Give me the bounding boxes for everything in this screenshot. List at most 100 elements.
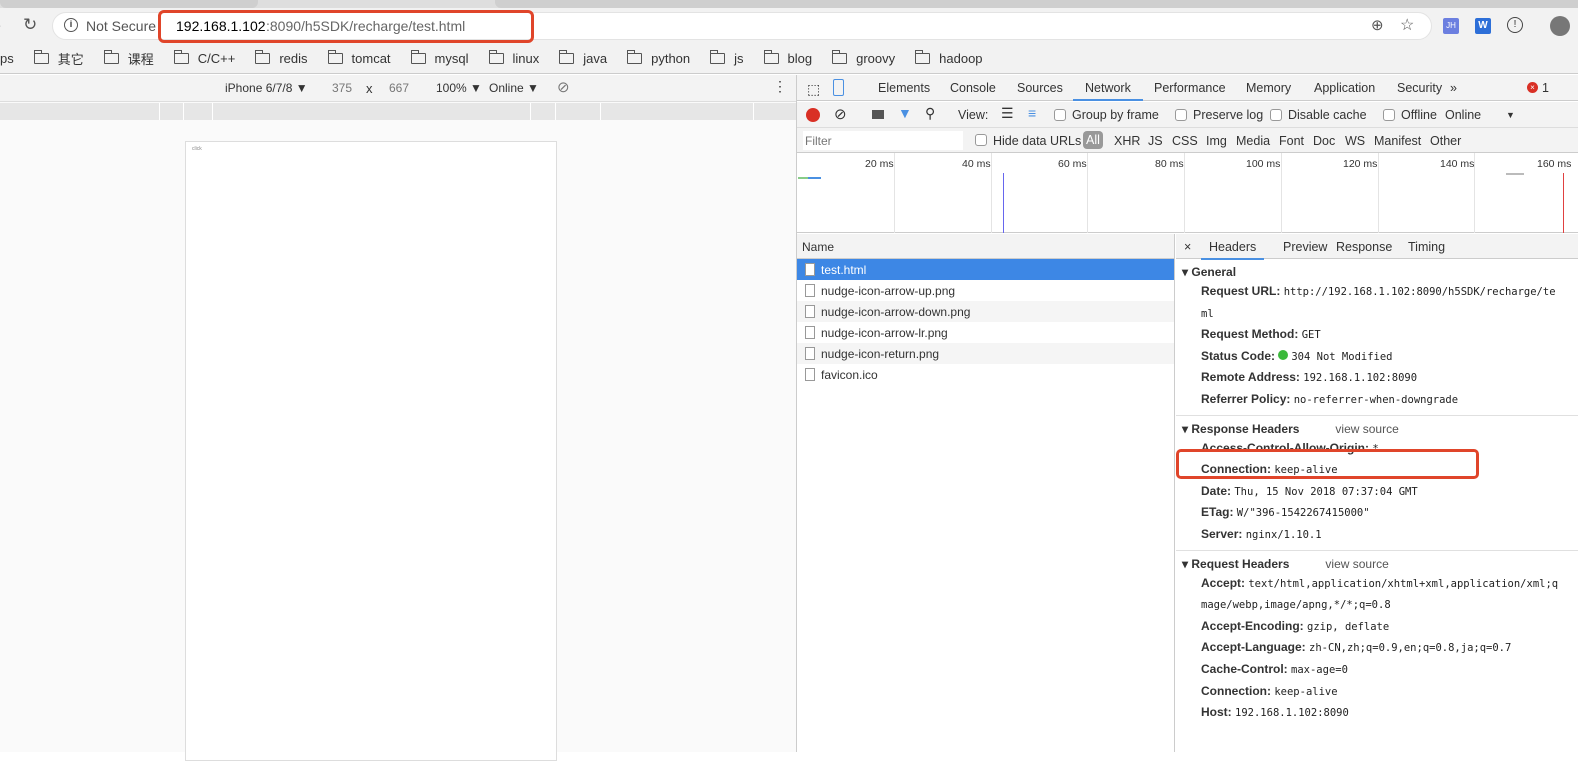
offline-label[interactable]: Offline	[1401, 108, 1437, 122]
throttle-select[interactable]: Online	[1445, 108, 1481, 122]
bookmark-folder[interactable]: 课程	[103, 49, 154, 68]
filter-type-css[interactable]: CSS	[1172, 134, 1198, 148]
filter-type-manifest[interactable]: Manifest	[1374, 134, 1421, 148]
filter-type-js[interactable]: JS	[1148, 134, 1163, 148]
record-icon[interactable]	[806, 108, 820, 122]
timeline-tick: 120 ms	[1343, 158, 1378, 170]
bookmark-folder[interactable]: python	[627, 50, 690, 66]
forward-icon[interactable]: ›	[0, 17, 1, 34]
throttle-select[interactable]: Online ▼	[489, 81, 539, 95]
error-icon[interactable]: ×	[1527, 82, 1538, 93]
media-query-bar[interactable]	[0, 103, 796, 120]
filter-type-ws[interactable]: WS	[1345, 134, 1365, 148]
filter-type-font[interactable]: Font	[1279, 134, 1304, 148]
tab-headers[interactable]: Headers	[1201, 240, 1265, 260]
tab-sources[interactable]: Sources	[1017, 81, 1063, 95]
waterfall-view-icon[interactable]: ≡	[1028, 105, 1036, 121]
request-list: Name test.html nudge-icon-arrow-up.png n…	[797, 234, 1175, 752]
tab-elements[interactable]: Elements	[878, 81, 930, 95]
folder-icon	[173, 50, 189, 64]
zoom-select[interactable]: 100% ▼	[436, 81, 482, 95]
preserve-log-checkbox[interactable]	[1175, 109, 1187, 121]
bookmark-folder[interactable]: hadoop	[915, 50, 983, 66]
filter-input[interactable]	[803, 131, 963, 150]
filter-type-img[interactable]: Img	[1206, 134, 1227, 148]
request-row[interactable]: test.html	[797, 259, 1174, 280]
filter-icon[interactable]: ▼	[898, 105, 912, 121]
width-input[interactable]: 375	[332, 81, 352, 95]
device-toggle-icon[interactable]	[833, 79, 844, 96]
tab-preview[interactable]: Preview	[1283, 240, 1327, 254]
bookmark-star-icon[interactable]: ☆	[1400, 15, 1414, 35]
list-view-icon[interactable]: ☰	[1001, 105, 1014, 122]
bookmark-folder[interactable]: redis	[255, 50, 308, 66]
request-row[interactable]: nudge-icon-arrow-lr.png	[797, 322, 1174, 343]
group-by-frame-checkbox[interactable]	[1054, 109, 1066, 121]
more-tabs-button[interactable]: »	[1450, 81, 1457, 95]
tab-timing[interactable]: Timing	[1408, 240, 1445, 254]
request-row[interactable]: nudge-icon-return.png	[797, 343, 1174, 364]
tab-performance[interactable]: Performance	[1154, 81, 1226, 95]
error-count[interactable]: 1	[1542, 81, 1549, 95]
disable-cache-checkbox[interactable]	[1270, 109, 1282, 121]
bookmark-folder[interactable]: js	[710, 50, 744, 66]
rotate-icon[interactable]: ⊘	[557, 78, 570, 96]
view-source-link[interactable]: view source	[1325, 557, 1388, 571]
filter-type-xhr[interactable]: XHR	[1114, 134, 1140, 148]
request-row[interactable]: nudge-icon-arrow-down.png	[797, 301, 1174, 322]
avatar[interactable]	[1550, 16, 1570, 36]
search-icon[interactable]: ⚲	[925, 105, 935, 122]
tab-console[interactable]: Console	[950, 81, 996, 95]
height-input[interactable]: 667	[389, 81, 409, 95]
hide-data-urls-label[interactable]: Hide data URLs	[993, 134, 1081, 148]
bookmark-apps[interactable]: ps	[0, 51, 14, 66]
view-source-link[interactable]: view source	[1335, 422, 1398, 436]
bookmark-folder[interactable]: linux	[488, 50, 539, 66]
browser-tab[interactable]	[0, 0, 258, 8]
bookmark-folder[interactable]: C/C++	[173, 50, 235, 66]
request-row[interactable]: nudge-icon-arrow-up.png	[797, 280, 1174, 301]
tab-network[interactable]: Network	[1073, 81, 1143, 101]
reload-icon[interactable]: ↻	[23, 15, 37, 35]
disable-cache-label[interactable]: Disable cache	[1288, 108, 1367, 122]
tab-security[interactable]: Security	[1397, 81, 1442, 95]
tab-memory[interactable]: Memory	[1246, 81, 1291, 95]
clear-icon[interactable]: ⊘	[834, 105, 847, 123]
filter-type-media[interactable]: Media	[1236, 134, 1270, 148]
bookmark-folder[interactable]: 其它	[33, 49, 84, 68]
bookmark-folder[interactable]: java	[559, 50, 607, 66]
zoom-icon[interactable]: ⊕	[1371, 16, 1384, 34]
general-toggle[interactable]: ▾ General	[1176, 265, 1578, 281]
response-headers-toggle[interactable]: ▾ Response Headers view source	[1176, 422, 1578, 438]
group-by-frame-label[interactable]: Group by frame	[1072, 108, 1159, 122]
bookmark-folder[interactable]: blog	[763, 50, 812, 66]
extension-icon[interactable]: !	[1507, 17, 1523, 33]
filter-type-all[interactable]: All	[1083, 131, 1103, 149]
bookmark-folder[interactable]: tomcat	[327, 50, 391, 66]
screenshot-icon[interactable]	[872, 110, 884, 119]
page-text[interactable]: click	[192, 146, 202, 152]
device-select[interactable]: iPhone 6/7/8 ▼	[225, 81, 308, 95]
bookmark-folder[interactable]: mysql	[410, 50, 469, 66]
extension-w-icon[interactable]: W	[1475, 18, 1491, 34]
tab-response[interactable]: Response	[1336, 240, 1392, 254]
preserve-log-label[interactable]: Preserve log	[1193, 108, 1263, 122]
tab-application[interactable]: Application	[1314, 81, 1375, 95]
filter-type-doc[interactable]: Doc	[1313, 134, 1335, 148]
close-icon[interactable]: ×	[1184, 240, 1191, 254]
folder-icon	[915, 50, 931, 64]
request-headers-toggle[interactable]: ▾ Request Headers view source	[1176, 557, 1578, 573]
filter-type-other[interactable]: Other	[1430, 134, 1461, 148]
chevron-down-icon[interactable]: ▼	[1506, 110, 1515, 120]
offline-checkbox[interactable]	[1383, 109, 1395, 121]
browser-tab[interactable]	[495, 0, 1578, 8]
more-icon[interactable]: ⋮	[773, 78, 787, 95]
hide-data-urls-checkbox[interactable]	[975, 134, 987, 146]
info-icon[interactable]: i	[64, 18, 78, 32]
name-column-header[interactable]: Name	[797, 234, 1174, 259]
extension-jh-icon[interactable]: JH	[1443, 18, 1459, 34]
bookmark-folder[interactable]: groovy	[832, 50, 895, 66]
inspect-icon[interactable]: ⬚	[807, 81, 820, 98]
request-row[interactable]: favicon.ico	[797, 364, 1174, 385]
network-overview[interactable]: 20 ms 40 ms 60 ms 80 ms 100 ms 120 ms 14…	[797, 153, 1578, 233]
